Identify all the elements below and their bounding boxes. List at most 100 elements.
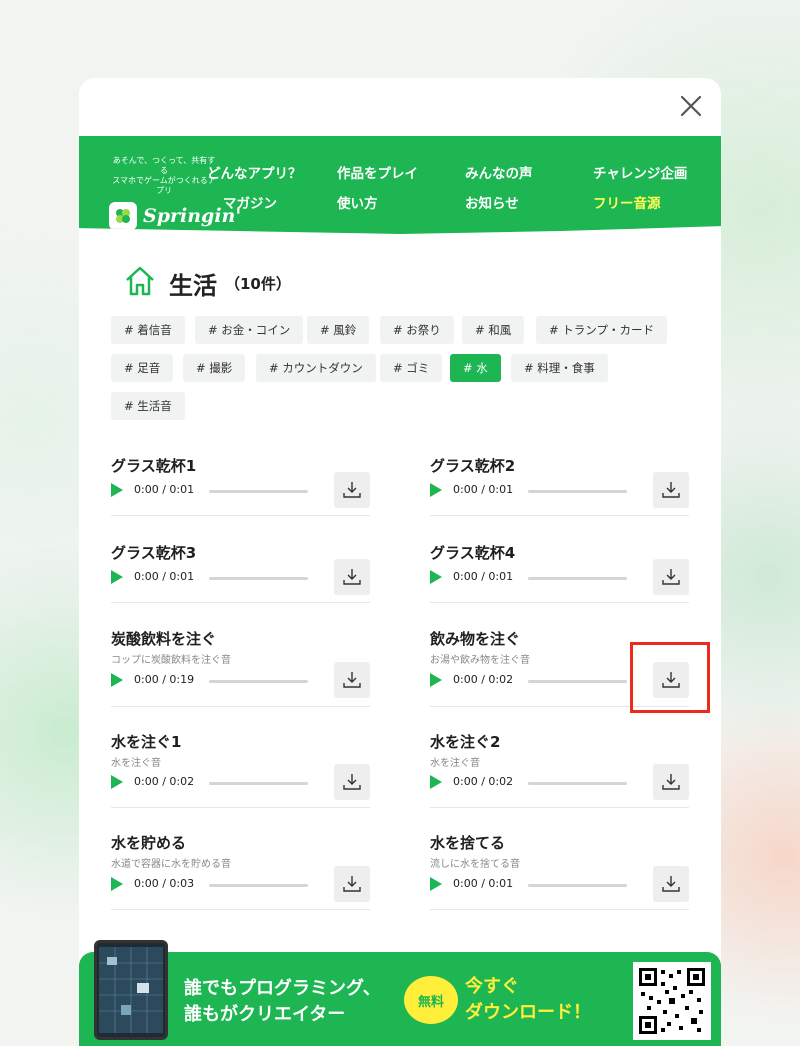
progress-bar[interactable] [528, 884, 627, 887]
category-heading: 生活 （10件） [123, 264, 291, 302]
download-button[interactable] [334, 764, 370, 800]
progress-bar[interactable] [528, 577, 627, 580]
sound-title: 水を注ぐ2 [430, 733, 501, 751]
download-icon [343, 876, 361, 892]
progress-bar[interactable] [209, 680, 308, 683]
nav-item-magazine[interactable]: マガジン [223, 192, 277, 212]
nav-item-play[interactable]: 作品をプレイ [337, 162, 418, 182]
tag-chip[interactable]: # 足音 [111, 354, 174, 382]
play-icon[interactable] [430, 877, 442, 891]
tag-chip[interactable]: # 生活音 [111, 392, 185, 420]
nav-item-about[interactable]: どんなアプリ？ [207, 162, 302, 182]
divider [111, 515, 370, 516]
play-icon[interactable] [430, 673, 442, 687]
audio-player: 0:00 / 0:01 [111, 559, 370, 595]
time-display: 0:00 / 0:19 [134, 673, 195, 686]
play-icon[interactable] [111, 483, 123, 497]
download-button[interactable] [653, 866, 689, 902]
progress-bar[interactable] [209, 577, 308, 580]
sound-item: グラス乾杯4 0:00 / 0:01 [430, 542, 689, 603]
sound-item: グラス乾杯3 0:00 / 0:01 [111, 542, 370, 603]
download-button[interactable] [334, 662, 370, 698]
progress-bar[interactable] [528, 680, 627, 683]
progress-bar[interactable] [209, 490, 308, 493]
download-button[interactable] [653, 559, 689, 595]
nav-item-howto[interactable]: 使い方 [337, 192, 378, 212]
audio-player: 0:00 / 0:02 [111, 764, 370, 800]
sound-title: 水を注ぐ1 [111, 733, 182, 751]
banner-cta[interactable]: 今すぐ ダウンロード！ [465, 974, 591, 1026]
time-display: 0:00 / 0:02 [453, 673, 514, 686]
audio-player: 0:00 / 0:03 [111, 866, 370, 902]
page-title: 生活 [169, 271, 217, 300]
nav-item-free-sounds[interactable]: フリー音源 [593, 192, 661, 212]
play-icon[interactable] [111, 570, 123, 584]
play-icon[interactable] [111, 877, 123, 891]
sound-item: 炭酸飲料を注ぐ コップに炭酸飲料を注ぐ音 0:00 / 0:19 [111, 628, 370, 707]
play-icon[interactable] [430, 570, 442, 584]
progress-bar[interactable] [528, 490, 627, 493]
sound-item: 水を注ぐ2 水を注ぐ音 0:00 / 0:02 [430, 731, 689, 808]
tag-chip[interactable]: # ゴミ [380, 354, 443, 382]
tag-chip[interactable]: # トランプ・カード [536, 316, 667, 344]
divider [430, 515, 689, 516]
download-icon [662, 569, 680, 585]
download-icon [662, 876, 680, 892]
tag-chip[interactable]: # 料理・食事 [511, 354, 608, 382]
tag-chip[interactable]: # 風鈴 [307, 316, 370, 344]
nav-item-challenge[interactable]: チャレンジ企画 [593, 162, 687, 182]
audio-player: 0:00 / 0:01 [430, 866, 689, 902]
download-button[interactable] [653, 472, 689, 508]
play-icon[interactable] [430, 775, 442, 789]
close-icon[interactable] [677, 92, 705, 120]
time-display: 0:00 / 0:03 [134, 877, 195, 890]
play-icon[interactable] [111, 673, 123, 687]
nav-item-news[interactable]: お知らせ [465, 192, 519, 212]
time-display: 0:00 / 0:01 [134, 483, 195, 496]
divider [430, 909, 689, 910]
play-icon[interactable] [111, 775, 123, 789]
download-icon [662, 482, 680, 498]
time-display: 0:00 / 0:01 [453, 877, 514, 890]
tag-chip[interactable]: # 着信音 [111, 316, 185, 344]
audio-player: 0:00 / 0:02 [430, 764, 689, 800]
tag-chip[interactable]: # お祭り [380, 316, 454, 344]
tag-chip[interactable]: # 撮影 [183, 354, 246, 382]
site-header: あそんで、つくって、共有する スマホでゲームがつくれるアプリ Springin'… [79, 136, 721, 234]
download-icon [662, 774, 680, 790]
tag-chip[interactable]: # 和風 [462, 316, 525, 344]
divider [111, 909, 370, 910]
download-icon [343, 569, 361, 585]
tag-chip-active[interactable]: # 水 [450, 354, 501, 382]
progress-bar[interactable] [209, 782, 308, 785]
nav-item-voices[interactable]: みんなの声 [465, 162, 533, 182]
tag-chip[interactable]: # お金・コイン [195, 316, 304, 344]
audio-player: 0:00 / 0:01 [430, 472, 689, 508]
download-button[interactable] [334, 559, 370, 595]
banner-slogan: 誰でもプログラミング、 誰もがクリエイター [184, 978, 381, 1025]
download-button[interactable] [653, 764, 689, 800]
free-badge: 無料 [404, 976, 458, 1024]
phone-screenshot [94, 940, 168, 1040]
play-icon[interactable] [430, 483, 442, 497]
sound-item: 水を貯める 水道で容器に水を貯める音 0:00 / 0:03 [111, 832, 370, 910]
audio-player: 0:00 / 0:01 [430, 559, 689, 595]
annotation-highlight-box [630, 642, 710, 713]
download-icon [343, 482, 361, 498]
divider [430, 602, 689, 603]
logo-tagline-2: スマホでゲームがつくれるアプリ [112, 176, 216, 195]
time-display: 0:00 / 0:02 [134, 775, 195, 788]
download-button[interactable] [334, 472, 370, 508]
logo-tagline-1: あそんで、つくって、共有する [112, 156, 216, 175]
sound-item: 水を注ぐ1 水を注ぐ音 0:00 / 0:02 [111, 731, 370, 808]
download-banner[interactable] [79, 952, 721, 1046]
divider [111, 807, 370, 808]
download-button[interactable] [334, 866, 370, 902]
progress-bar[interactable] [209, 884, 308, 887]
modal-panel: あそんで、つくって、共有する スマホでゲームがつくれるアプリ Springin'… [79, 78, 721, 1046]
qr-code [633, 962, 711, 1040]
tag-chip[interactable]: # カウントダウン [256, 354, 376, 382]
progress-bar[interactable] [528, 782, 627, 785]
audio-player: 0:00 / 0:01 [111, 472, 370, 508]
sound-item: グラス乾杯2 0:00 / 0:01 [430, 455, 689, 516]
